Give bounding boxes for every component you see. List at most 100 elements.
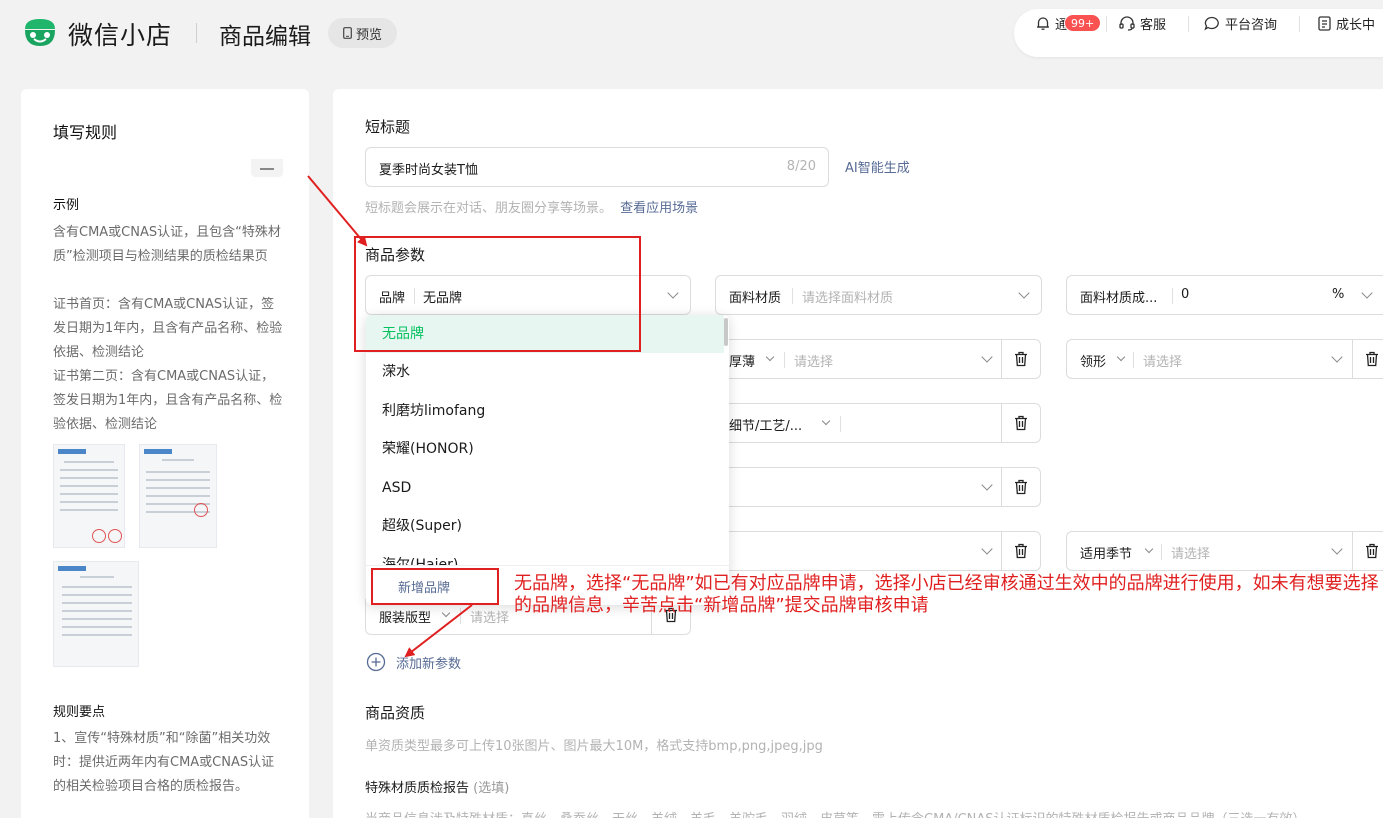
growth-button[interactable]: 成长中	[1318, 14, 1375, 33]
report-label: 特殊材质质检报告 (选填)	[365, 777, 509, 796]
season-select[interactable]: 适用季节 请选择	[1066, 531, 1353, 571]
service-label: 客服	[1140, 18, 1167, 33]
chevron-down-icon	[981, 543, 993, 555]
brand-option[interactable]: 溁水	[366, 353, 724, 391]
short-title-value: 夏季时尚女装T恤	[379, 163, 478, 178]
short-title-count: 8/20	[786, 159, 816, 174]
example-text-2: 证书首页：含有CMA或CNAS认证，签发日期为1年内，且含有产品名称、检验依据、…	[53, 297, 283, 360]
report-optional: (选填)	[473, 781, 510, 796]
chevron-down-icon	[981, 351, 993, 363]
page-title: 商品编辑	[219, 24, 311, 50]
season-label: 适用季节	[1080, 547, 1133, 562]
brand-name: 微信小店	[68, 21, 173, 50]
chevron-down-icon	[1144, 544, 1154, 554]
short-title-input[interactable]: 夏季时尚女装T恤 8/20	[365, 147, 829, 187]
chevron-down-icon	[441, 608, 451, 618]
short-title-hint-text: 短标题会展示在对话、朋友圈分享等场景。	[365, 201, 613, 216]
report-hint: 当商品信息涉及特殊材质：真丝、桑蚕丝、天丝、羊绒、羊毛、羊驼毛、羽绒、皮草等，需…	[365, 808, 1383, 818]
composition-unit: %	[1332, 287, 1345, 302]
fabric-composition-input[interactable]: 面料材质成... 0 %	[1066, 275, 1383, 315]
collar-select[interactable]: 领形 请选择	[1066, 339, 1353, 379]
chevron-down-icon	[667, 287, 679, 299]
chevron-down-icon	[765, 352, 775, 362]
composition-label: 面料材质成...	[1080, 291, 1158, 306]
preview-button[interactable]: 预览	[328, 18, 397, 48]
delete-param-button[interactable]	[1352, 531, 1383, 571]
brand-option[interactable]: ASD	[366, 469, 724, 507]
trash-icon	[1015, 351, 1027, 367]
rules-title: 填写规则	[53, 123, 118, 142]
document-icon	[1318, 16, 1331, 31]
ai-generate-link[interactable]: AI智能生成	[845, 157, 910, 176]
fit-label: 服装版型	[379, 611, 432, 626]
short-title-hint: 短标题会展示在对话、朋友圈分享等场景。 查看应用场景	[365, 197, 698, 216]
certificate-thumbnail[interactable]	[53, 561, 139, 667]
brand-option[interactable]: 利磨坊limofang	[366, 392, 724, 430]
delete-param-button[interactable]	[1001, 403, 1041, 443]
example-heading: 示例	[53, 198, 80, 213]
view-scenes-link[interactable]: 查看应用场景	[620, 201, 698, 216]
delete-param-button[interactable]	[1352, 339, 1383, 379]
certificate-thumbnail[interactable]	[139, 444, 217, 548]
delete-param-button[interactable]	[1001, 339, 1041, 379]
growth-label: 成长中	[1336, 18, 1376, 33]
param-select[interactable]	[690, 531, 1002, 571]
brand-option[interactable]: 超级(Super)	[366, 507, 724, 545]
annotation-box-add-brand	[371, 568, 499, 605]
preview-label: 预览	[355, 27, 382, 43]
chevron-down-icon	[1331, 351, 1343, 363]
season-placeholder: 请选择	[1171, 547, 1211, 562]
chevron-down-icon	[1116, 352, 1126, 362]
qualification-hint: 单资质类型最多可上传10张图片、图片最大10M，格式支持bmp,png,jpeg…	[365, 739, 823, 754]
trash-icon	[1015, 415, 1027, 431]
add-param-label: 添加新参数	[396, 656, 462, 672]
chevron-down-icon	[1331, 543, 1343, 555]
plus-circle-icon	[366, 652, 386, 672]
certificate-thumbnail[interactable]	[53, 444, 125, 548]
composition-value: 0	[1181, 287, 1190, 302]
delete-param-button[interactable]	[1001, 467, 1041, 507]
qualification-label: 商品资质	[365, 704, 426, 722]
chevron-down-icon	[1361, 287, 1373, 299]
thickness-select[interactable]: 厚薄 请选择	[690, 339, 1002, 379]
fabric-label: 面料材质	[729, 291, 782, 306]
headset-icon	[1119, 16, 1135, 31]
collapse-handle[interactable]	[251, 159, 283, 177]
short-title-label: 短标题	[365, 118, 411, 136]
chevron-down-icon	[1018, 287, 1030, 299]
chevron-down-icon	[821, 416, 831, 426]
fit-placeholder: 请选择	[470, 611, 510, 626]
trash-icon	[1366, 543, 1378, 559]
example-text-3: 证书第二页：含有CMA或CNAS认证，签发日期为1年内，且含有产品名称、检验依据…	[53, 369, 283, 432]
dropdown-scrollbar[interactable]	[724, 318, 728, 346]
trash-icon	[1366, 351, 1378, 367]
add-param-button[interactable]: 添加新参数	[366, 652, 461, 672]
consult-button[interactable]: 平台咨询	[1204, 14, 1277, 33]
example-text-1: 含有CMA或CNAS认证，且包含“特殊材质”检测项目与检测结果的质检结果页	[53, 225, 281, 264]
action-divider	[1188, 16, 1189, 32]
action-divider	[1299, 16, 1300, 32]
bell-icon	[1037, 17, 1049, 30]
detail-select[interactable]: 细节/工艺/...	[690, 403, 1002, 443]
brand-dropdown: 无品牌 溁水 利磨坊limofang 荣耀(HONOR) ASD 超级(Supe…	[366, 315, 729, 605]
report-label-text: 特殊材质质检报告	[365, 781, 470, 796]
detail-label: 细节/工艺/...	[729, 419, 803, 434]
fabric-select[interactable]: 面料材质 请选择面料材质	[715, 275, 1042, 315]
delete-param-button[interactable]	[1001, 531, 1041, 571]
action-divider	[1106, 16, 1107, 32]
service-button[interactable]: 客服	[1119, 14, 1166, 33]
collar-placeholder: 请选择	[1143, 355, 1183, 370]
trash-icon	[1015, 543, 1027, 559]
thickness-label: 厚薄	[729, 355, 756, 370]
top-bar: 微信小店 商品编辑 预览 通知 99+ 客服 平台咨询 成长中	[0, 0, 1383, 70]
rules-text: 1、宣传“特殊材质”和“除菌”相关功效时：提供近两年内有CMA或CNAS认证的相…	[53, 731, 275, 794]
param-select[interactable]	[690, 467, 1002, 507]
fabric-placeholder: 请选择面料材质	[802, 291, 894, 306]
annotation-box-params	[354, 236, 641, 352]
rules-panel: 填写规则 示例 含有CMA或CNAS认证，且包含“特殊材质”检测项目与检测结果的…	[21, 89, 309, 818]
trash-icon	[1015, 479, 1027, 495]
notify-badge: 99+	[1064, 14, 1102, 32]
consult-label: 平台咨询	[1225, 18, 1278, 33]
phone-icon	[343, 27, 352, 39]
brand-option[interactable]: 荣耀(HONOR)	[366, 430, 724, 468]
